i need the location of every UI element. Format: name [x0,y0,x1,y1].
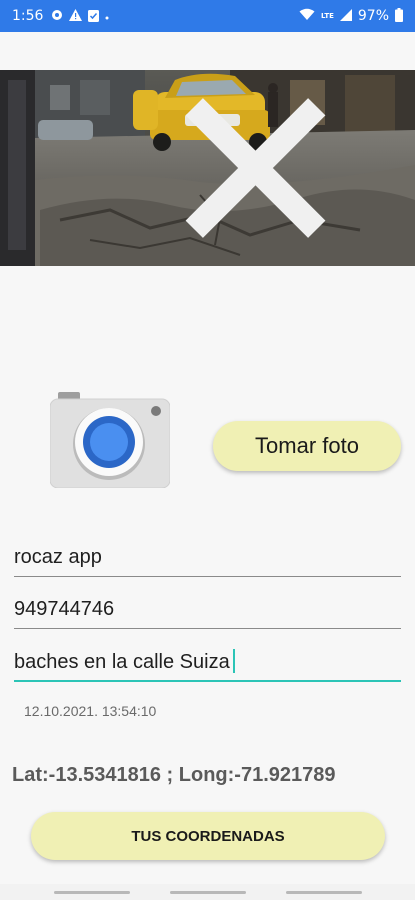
warning-icon [69,9,83,23]
battery-icon [395,7,403,25]
wifi-icon [299,8,315,24]
description-field[interactable]: baches en la calle Suiza [14,642,401,682]
camera-icon [49,392,171,489]
description-field-value: baches en la calle Suiza [14,651,230,673]
text-cursor [232,648,235,673]
dot-icon [105,10,109,22]
take-photo-button[interactable]: Tomar foto [213,421,401,471]
battery-percent: 97% [357,8,389,24]
nav-recents-handle[interactable] [54,891,130,894]
navigation-bar [0,884,415,900]
phone-field[interactable]: 949744746 [14,589,401,629]
coordinates-label: Lat:-13.5341816 ; Long:-71.921789 [12,764,336,786]
settings-icon [51,9,63,23]
phone-field-value: 949744746 [14,598,115,620]
timestamp-label: 12.10.2021. 13:54:10 [24,703,157,719]
status-time: 1:56 [12,8,44,24]
get-coordinates-button[interactable]: TUS COORDENADAS [31,812,385,860]
status-bar: 1:56 LTE 97% [0,0,415,32]
nav-back-handle[interactable] [286,891,362,894]
name-field-value: rocaz app [14,546,102,568]
camera-button[interactable] [49,392,171,489]
lte-icon: LTE [321,12,334,20]
chevron-left-icon[interactable] [376,70,415,266]
signal-icon [339,8,352,24]
captured-photo [0,70,415,266]
name-field[interactable]: rocaz app [14,537,401,577]
nav-home-handle[interactable] [170,891,246,894]
clipboard-check-icon [88,9,100,24]
